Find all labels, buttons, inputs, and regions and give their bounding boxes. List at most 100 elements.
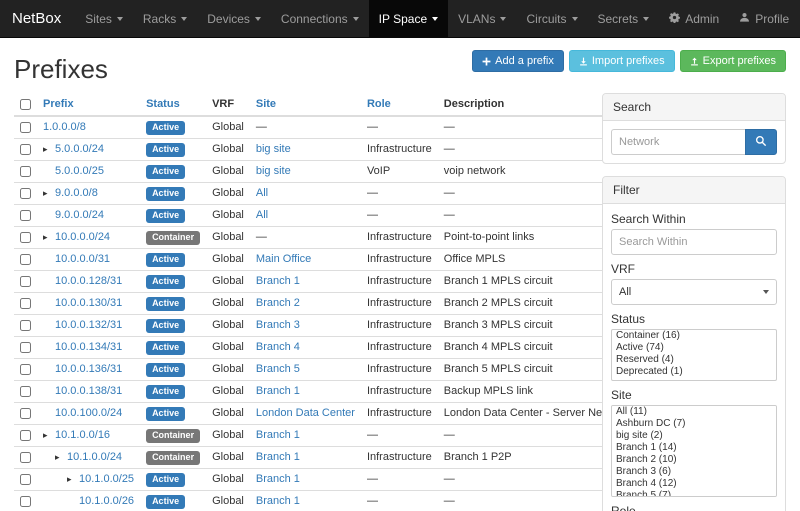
search-within-input[interactable] [611,229,777,255]
site-link[interactable]: Branch 1 [256,473,300,485]
vrf-value: Global [206,205,250,227]
expand-arrow-icon[interactable]: ▸ [43,186,55,201]
prefix-link[interactable]: 10.0.0.130/31 [55,297,122,309]
expand-arrow-icon[interactable]: ▸ [55,450,67,465]
site-option[interactable]: Branch 3 (6) [612,466,776,478]
site-link[interactable]: Branch 1 [256,275,300,287]
add-prefix-button[interactable]: Add a prefix [472,50,564,72]
vrf-value: Global [206,227,250,249]
expand-arrow-icon[interactable]: ▸ [43,230,55,245]
prefix-link[interactable]: 10.0.0.0/24 [55,231,110,243]
prefix-link[interactable]: 5.0.0.0/25 [55,165,104,177]
site-link[interactable]: Branch 5 [256,363,300,375]
status-option[interactable]: Container (16) [612,330,776,342]
row-checkbox[interactable] [20,122,31,133]
status-option[interactable]: Deprecated (1) [612,366,776,378]
nav-item-devices[interactable]: Devices [197,0,271,37]
search-button[interactable] [745,129,777,155]
row-checkbox[interactable] [20,430,31,441]
row-checkbox[interactable] [20,232,31,243]
export-prefixes-button[interactable]: Export prefixes [680,50,786,72]
prefix-link[interactable]: 10.0.0.128/31 [55,275,122,287]
row-checkbox[interactable] [20,276,31,287]
row-checkbox[interactable] [20,364,31,375]
nav-item-vlans[interactable]: VLANs [448,0,516,37]
site-option[interactable]: Branch 1 (14) [612,442,776,454]
column-header-site[interactable]: Site [250,93,361,116]
vrf-select[interactable]: All [611,279,777,305]
prefix-link[interactable]: 9.0.0.0/8 [55,187,98,199]
site-link[interactable]: Main Office [256,253,311,265]
import-prefixes-button[interactable]: Import prefixes [569,50,675,72]
nav-item-secrets[interactable]: Secrets [588,0,660,37]
site-link[interactable]: Branch 1 [256,429,300,441]
prefix-link[interactable]: 10.0.0.138/31 [55,385,122,397]
site-option[interactable]: All (11) [612,406,776,418]
site-link[interactable]: Branch 3 [256,319,300,331]
row-checkbox[interactable] [20,320,31,331]
site-link[interactable]: big site [256,143,291,155]
nav-item-racks[interactable]: Racks [133,0,197,37]
prefix-link[interactable]: 10.1.0.0/16 [55,429,110,441]
site-option[interactable]: Branch 5 (7) [612,490,776,497]
prefix-link[interactable]: 10.0.0.136/31 [55,363,122,375]
search-input[interactable] [611,129,745,155]
row-checkbox[interactable] [20,254,31,265]
column-header-role[interactable]: Role [361,93,438,116]
row-checkbox[interactable] [20,210,31,221]
prefix-link[interactable]: 10.0.0.132/31 [55,319,122,331]
prefix-link[interactable]: 5.0.0.0/24 [55,143,104,155]
prefix-cell: 9.0.0.0/24 [37,205,140,227]
prefix-link[interactable]: 10.0.0.0/31 [55,253,110,265]
row-checkbox[interactable] [20,342,31,353]
site-link[interactable]: Branch 1 [256,385,300,397]
expand-arrow-icon[interactable]: ▸ [43,428,55,443]
prefix-link[interactable]: 10.1.0.0/26 [79,495,134,507]
row-checkbox[interactable] [20,166,31,177]
nav-item-sites[interactable]: Sites [75,0,133,37]
site-link[interactable]: Branch 1 [256,451,300,463]
status-option[interactable]: Active (74) [612,342,776,354]
prefix-link[interactable]: 9.0.0.0/24 [55,209,104,221]
nav-item-connections[interactable]: Connections [271,0,369,37]
nav-item-circuits[interactable]: Circuits [516,0,587,37]
select-all-checkbox[interactable] [20,99,31,110]
site-option[interactable]: Ashburn DC (7) [612,418,776,430]
expand-arrow-icon[interactable]: ▸ [43,142,55,157]
site-listbox[interactable]: All (11)Ashburn DC (7)big site (2)Branch… [611,405,777,497]
prefix-link[interactable]: 10.1.0.0/24 [67,451,122,463]
prefix-link[interactable]: 10.0.0.134/31 [55,341,122,353]
row-checkbox[interactable] [20,474,31,485]
site-option[interactable]: Branch 4 (12) [612,478,776,490]
site-link[interactable]: big site [256,165,291,177]
expand-arrow-icon[interactable]: ▸ [67,472,79,487]
row-checkbox[interactable] [20,408,31,419]
brand[interactable]: NetBox [12,0,75,37]
row-checkbox[interactable] [20,386,31,397]
row-checkbox[interactable] [20,452,31,463]
prefix-link[interactable]: 10.1.0.0/25 [79,473,134,485]
status-option[interactable]: Reserved (4) [612,354,776,366]
role-value: Infrastructure [361,381,438,403]
row-checkbox[interactable] [20,144,31,155]
site-link[interactable]: London Data Center [256,407,355,419]
status-listbox[interactable]: Container (16)Active (74)Reserved (4)Dep… [611,329,777,381]
site-link[interactable]: All [256,209,268,221]
nav-item-admin[interactable]: Admin [659,0,729,37]
nav-item-label: IP Space [379,12,427,26]
row-checkbox[interactable] [20,496,31,507]
site-option[interactable]: big site (2) [612,430,776,442]
site-option[interactable]: Branch 2 (10) [612,454,776,466]
column-header-status[interactable]: Status [140,93,206,116]
site-link[interactable]: Branch 1 [256,495,300,507]
row-checkbox[interactable] [20,298,31,309]
site-link[interactable]: Branch 2 [256,297,300,309]
site-link[interactable]: Branch 4 [256,341,300,353]
site-link[interactable]: All [256,187,268,199]
prefix-link[interactable]: 10.0.100.0/24 [55,407,122,419]
column-header-prefix[interactable]: Prefix [37,93,140,116]
nav-item-ip-space[interactable]: IP Space [369,0,448,37]
prefix-link[interactable]: 1.0.0.0/8 [43,121,86,133]
row-checkbox[interactable] [20,188,31,199]
nav-item-profile[interactable]: Profile [729,0,799,37]
